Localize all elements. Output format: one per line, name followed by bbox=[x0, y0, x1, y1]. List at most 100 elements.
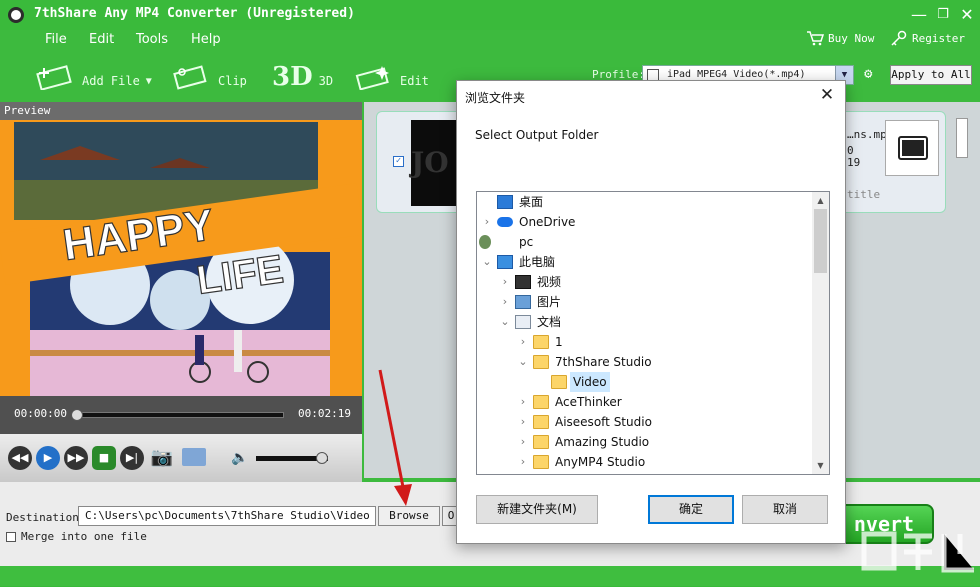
seek-slider[interactable] bbox=[71, 409, 284, 421]
tree-item[interactable]: › AceThinker bbox=[477, 392, 811, 412]
ok-button[interactable]: 确定 bbox=[648, 495, 734, 524]
pictures-folder-icon bbox=[515, 295, 531, 309]
folder-tree[interactable]: 桌面›OneDrive›pc⌄此电脑›视频›图片⌄文档›1⌄7thShare S… bbox=[476, 191, 830, 475]
menu-bar: File Edit Tools Help bbox=[0, 30, 600, 52]
list-scrollbar[interactable] bbox=[956, 118, 968, 158]
chevron-right-icon[interactable]: › bbox=[481, 212, 493, 232]
apply-to-all-button[interactable]: Apply to All bbox=[890, 65, 972, 85]
minimize-button[interactable]: — bbox=[908, 4, 930, 26]
tree-item-label: 1 bbox=[555, 335, 563, 349]
tree-item-label: 此电脑 bbox=[519, 255, 556, 269]
tree-item-label: AnyMP4 Studio bbox=[555, 455, 646, 469]
menu-edit[interactable]: Edit bbox=[89, 32, 114, 47]
close-button[interactable]: ✕ bbox=[956, 4, 978, 26]
seek-knob[interactable] bbox=[71, 409, 83, 421]
three-d-icon: 3D bbox=[272, 62, 313, 92]
chevron-right-icon[interactable]: › bbox=[517, 392, 529, 412]
settings-icon[interactable]: ⚙ bbox=[864, 66, 884, 84]
browse-button[interactable]: Browse bbox=[378, 506, 440, 526]
tree-item[interactable]: ›pc bbox=[477, 232, 811, 252]
volume-knob[interactable] bbox=[316, 452, 328, 464]
play-icon[interactable]: ▶ bbox=[36, 446, 60, 470]
device-icon-box[interactable] bbox=[885, 120, 939, 176]
tree-item[interactable]: › OneDrive bbox=[477, 212, 811, 232]
tree-item[interactable]: 桌面 bbox=[477, 192, 811, 212]
chevron-down-icon[interactable]: ⌄ bbox=[481, 252, 493, 272]
camera-icon[interactable]: 📷 bbox=[150, 446, 174, 470]
menu-help[interactable]: Help bbox=[191, 32, 221, 47]
tree-item[interactable]: ⌄ 7thShare Studio bbox=[477, 352, 811, 372]
folder-icon bbox=[533, 415, 549, 429]
scroll-down-icon[interactable]: ▼ bbox=[812, 457, 829, 474]
menu-file[interactable]: File bbox=[45, 32, 67, 47]
tree-item[interactable]: › Amazing Studio bbox=[477, 432, 811, 452]
film-add-icon bbox=[36, 65, 72, 90]
file-name-fragment: …ns.mp bbox=[847, 128, 887, 141]
tree-item-label: AceThinker bbox=[555, 395, 622, 409]
clip-button[interactable]: Clip bbox=[172, 62, 247, 92]
cart-icon bbox=[807, 31, 824, 46]
chevron-down-icon[interactable]: ⌄ bbox=[517, 352, 529, 372]
file-thumbnail: JO bbox=[411, 120, 457, 206]
tree-scrollbar[interactable]: ▲ ▼ bbox=[812, 192, 829, 474]
three-d-label: 3D bbox=[318, 74, 334, 88]
tree-item[interactable]: › 图片 bbox=[477, 292, 811, 312]
dialog-close-button[interactable]: ✕ bbox=[817, 85, 837, 105]
next-frame-icon[interactable]: ▶| bbox=[120, 446, 144, 470]
tree-item-label: pc bbox=[519, 235, 534, 249]
documents-folder-icon bbox=[515, 315, 531, 329]
chevron-down-icon[interactable]: ⌄ bbox=[499, 312, 511, 332]
user-icon bbox=[479, 235, 491, 249]
folder-icon bbox=[551, 375, 567, 389]
video-preview: HAPPY LIFE bbox=[0, 120, 362, 396]
add-file-label: Add File bbox=[82, 74, 140, 88]
three-d-button[interactable]: 3D 3D bbox=[272, 62, 333, 92]
tablet-icon bbox=[898, 136, 928, 160]
chevron-right-icon[interactable]: › bbox=[517, 432, 529, 452]
video-folder-icon bbox=[515, 275, 531, 289]
cancel-button[interactable]: 取消 bbox=[742, 495, 828, 524]
chevron-right-icon[interactable]: › bbox=[517, 412, 529, 432]
destination-input[interactable]: C:\Users\pc\Documents\7thShare Studio\Vi… bbox=[78, 506, 376, 526]
tree-item[interactable]: ⌄ 文档 bbox=[477, 312, 811, 332]
menu-tools[interactable]: Tools bbox=[136, 32, 168, 47]
file-checkbox[interactable]: ✓ bbox=[393, 156, 404, 167]
scissors-film-icon bbox=[173, 65, 207, 90]
sparkle-film-icon bbox=[355, 66, 389, 90]
chevron-down-icon[interactable]: ▼ bbox=[146, 76, 152, 87]
current-time: 00:00:00 bbox=[14, 407, 67, 420]
tree-item[interactable]: › 视频 bbox=[477, 272, 811, 292]
folder-icon bbox=[533, 455, 549, 469]
volume-slider[interactable] bbox=[256, 452, 328, 464]
folder-icon[interactable] bbox=[182, 448, 206, 466]
rewind-icon[interactable]: ◀◀ bbox=[8, 446, 32, 470]
new-folder-button[interactable]: 新建文件夹(M) bbox=[476, 495, 598, 524]
tree-item[interactable]: ⌄ 此电脑 bbox=[477, 252, 811, 272]
chevron-right-icon[interactable]: › bbox=[499, 292, 511, 312]
merge-option[interactable]: Merge into one file bbox=[6, 530, 147, 543]
restore-button[interactable]: ❐ bbox=[932, 4, 954, 26]
chevron-right-icon[interactable]: › bbox=[517, 452, 529, 472]
edit-button[interactable]: Edit bbox=[354, 62, 429, 92]
folder-icon bbox=[533, 395, 549, 409]
cloud-icon bbox=[497, 217, 513, 227]
chevron-right-icon[interactable]: › bbox=[517, 332, 529, 352]
tree-item-label: OneDrive bbox=[519, 215, 576, 229]
tree-item[interactable]: Video bbox=[477, 372, 811, 392]
chevron-right-icon[interactable]: › bbox=[499, 272, 511, 292]
tree-item[interactable]: › Aiseesoft Studio bbox=[477, 412, 811, 432]
merge-checkbox[interactable] bbox=[6, 531, 16, 542]
tree-item-label: 7thShare Studio bbox=[555, 355, 652, 369]
window-title: 7thShare Any MP4 Converter (Unregistered… bbox=[34, 6, 355, 21]
stop-icon[interactable]: ■ bbox=[92, 446, 116, 470]
scroll-thumb[interactable] bbox=[814, 209, 827, 273]
mute-icon[interactable]: 🔈 bbox=[228, 446, 252, 470]
buy-now-link[interactable]: Buy Now bbox=[806, 30, 874, 46]
scroll-up-icon[interactable]: ▲ bbox=[812, 192, 829, 209]
tree-item[interactable]: › AnyMP4 Studio bbox=[477, 452, 811, 472]
tree-item[interactable]: › 1 bbox=[477, 332, 811, 352]
add-file-button[interactable]: Add File ▼ bbox=[36, 62, 152, 92]
fast-forward-icon[interactable]: ▶▶ bbox=[64, 446, 88, 470]
status-strip bbox=[0, 566, 980, 586]
register-link[interactable]: Register bbox=[890, 30, 965, 46]
